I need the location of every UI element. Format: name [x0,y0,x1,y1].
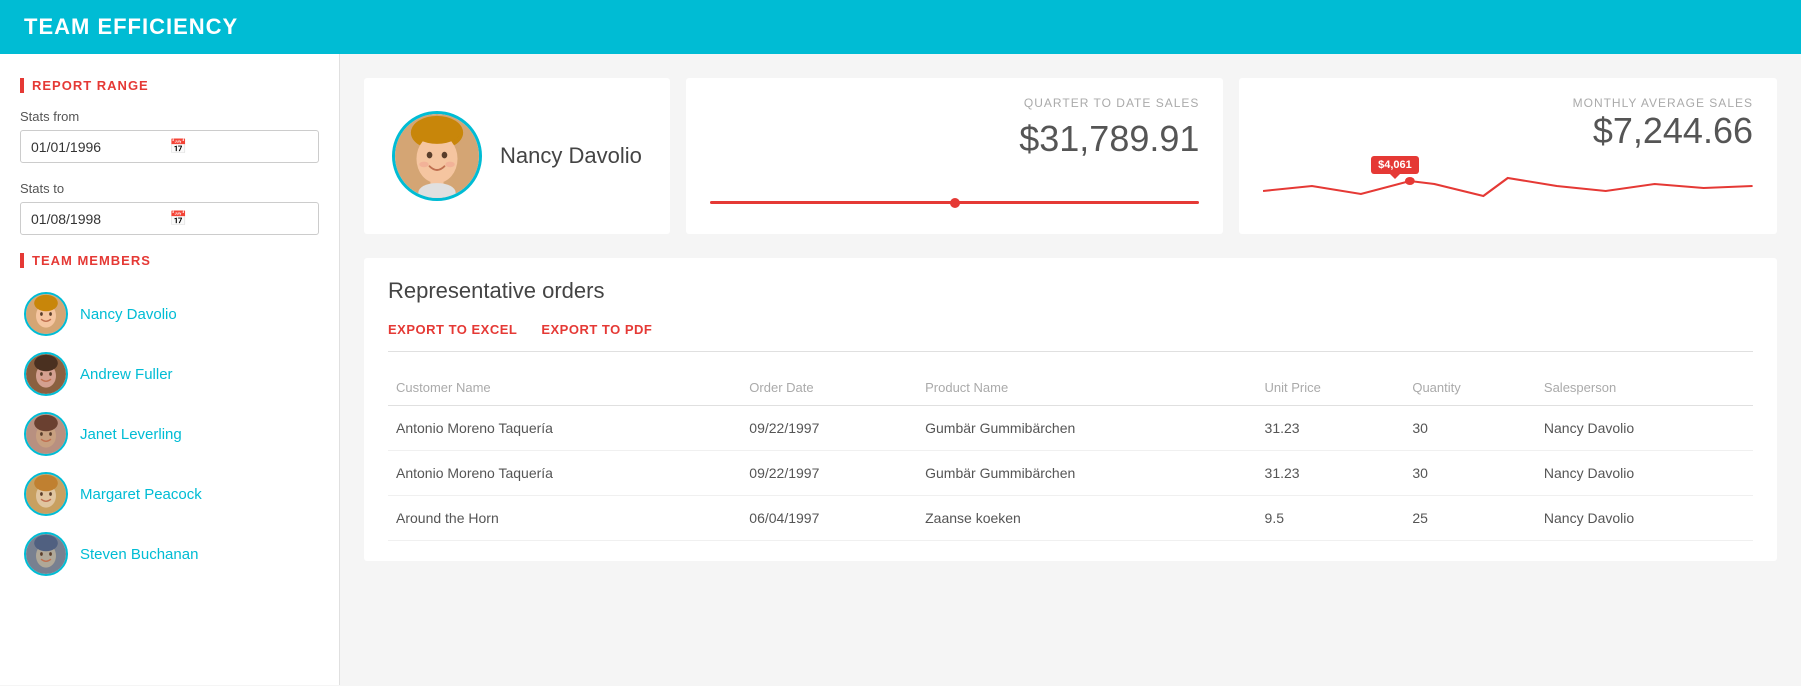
export-buttons: EXPORT TO EXCEL EXPORT TO PDF [388,322,1753,352]
table-cell-5: Nancy Davolio [1536,496,1753,541]
table-cell-4: 30 [1404,406,1536,451]
orders-table: Customer NameOrder DateProduct NameUnit … [388,370,1753,541]
table-cell-0: Antonio Moreno Taquería [388,451,741,496]
profile-card: Nancy Davolio [364,78,670,234]
member-name-janet: Janet Leverling [80,426,182,443]
member-item-nancy[interactable]: Nancy Davolio [20,284,319,344]
orders-section: Representative orders EXPORT TO EXCEL EX… [364,258,1777,561]
quarter-chart [710,176,1200,216]
table-row[interactable]: Antonio Moreno Taquería09/22/1997Gumbär … [388,451,1753,496]
member-item-margaret[interactable]: Margaret Peacock [20,464,319,524]
table-body: Antonio Moreno Taquería09/22/1997Gumbär … [388,406,1753,541]
member-item-janet[interactable]: Janet Leverling [20,404,319,464]
table-col-salesperson: Salesperson [1536,370,1753,406]
quarter-sales-card: QUARTER TO DATE SALES $31,789.91 [686,78,1224,234]
member-avatar-andrew [24,352,68,396]
monthly-chart: $4,061 [1263,156,1753,216]
table-cell-5: Nancy Davolio [1536,406,1753,451]
quarter-sales-value: $31,789.91 [710,118,1200,160]
table-col-quantity: Quantity [1404,370,1536,406]
table-cell-3: 31.23 [1257,451,1405,496]
member-avatar-nancy [24,292,68,336]
member-name-steven: Steven Buchanan [80,546,198,563]
table-cell-3: 9.5 [1257,496,1405,541]
table-cell-2: Zaanse koeken [917,496,1256,541]
member-avatar-steven [24,532,68,576]
stats-from-input[interactable]: 01/01/1996 📅 [20,130,319,163]
monthly-sales-value: $7,244.66 [1263,110,1753,152]
stats-to-input[interactable]: 01/08/1998 📅 [20,202,319,235]
member-name-nancy: Nancy Davolio [80,306,177,323]
table-row[interactable]: Around the Horn06/04/1997Zaanse koeken9.… [388,496,1753,541]
profile-name: Nancy Davolio [500,143,642,169]
table-col-product-name: Product Name [917,370,1256,406]
calendar-from-icon[interactable]: 📅 [170,138,309,155]
page-header: TEAM EFFICIENCY [0,0,1801,54]
member-avatar-janet [24,412,68,456]
team-members-title: TEAM MEMBERS [20,253,319,268]
member-avatar-margaret [24,472,68,516]
quarter-sales-label: QUARTER TO DATE SALES [710,96,1200,110]
table-cell-1: 09/22/1997 [741,451,917,496]
member-name-andrew: Andrew Fuller [80,366,173,383]
table-cell-4: 30 [1404,451,1536,496]
members-list: Nancy Davolio Andrew Fuller Janet Leverl… [20,284,319,584]
top-row: Nancy Davolio QUARTER TO DATE SALES $31,… [364,78,1777,234]
orders-title: Representative orders [388,278,1753,304]
table-col-order-date: Order Date [741,370,917,406]
monthly-sales-card: MONTHLY AVERAGE SALES $7,244.66 $4,061 [1239,78,1777,234]
sparkline-svg [1263,156,1753,206]
export-excel-button[interactable]: EXPORT TO EXCEL [388,322,517,337]
member-item-andrew[interactable]: Andrew Fuller [20,344,319,404]
table-header-row: Customer NameOrder DateProduct NameUnit … [388,370,1753,406]
table-col-customer-name: Customer Name [388,370,741,406]
sidebar: REPORT RANGE Stats from 01/01/1996 📅 Sta… [0,54,340,685]
table-col-unit-price: Unit Price [1257,370,1405,406]
main-content: Nancy Davolio QUARTER TO DATE SALES $31,… [340,54,1801,685]
stats-to-label: Stats to [20,181,319,196]
monthly-tooltip: $4,061 [1371,156,1419,174]
stats-from-label: Stats from [20,109,319,124]
export-pdf-button[interactable]: EXPORT TO PDF [541,322,652,337]
profile-avatar [392,111,482,201]
table-cell-0: Around the Horn [388,496,741,541]
member-name-margaret: Margaret Peacock [80,486,202,503]
table-cell-3: 31.23 [1257,406,1405,451]
table-cell-0: Antonio Moreno Taquería [388,406,741,451]
member-item-steven[interactable]: Steven Buchanan [20,524,319,584]
table-cell-1: 09/22/1997 [741,406,917,451]
calendar-to-icon[interactable]: 📅 [170,210,309,227]
table-cell-4: 25 [1404,496,1536,541]
table-cell-1: 06/04/1997 [741,496,917,541]
quarter-dot [950,198,960,208]
table-cell-2: Gumbär Gummibärchen [917,451,1256,496]
table-cell-2: Gumbär Gummibärchen [917,406,1256,451]
report-range-title: REPORT RANGE [20,78,319,93]
table-cell-5: Nancy Davolio [1536,451,1753,496]
monthly-sales-label: MONTHLY AVERAGE SALES [1263,96,1753,110]
table-row[interactable]: Antonio Moreno Taquería09/22/1997Gumbär … [388,406,1753,451]
